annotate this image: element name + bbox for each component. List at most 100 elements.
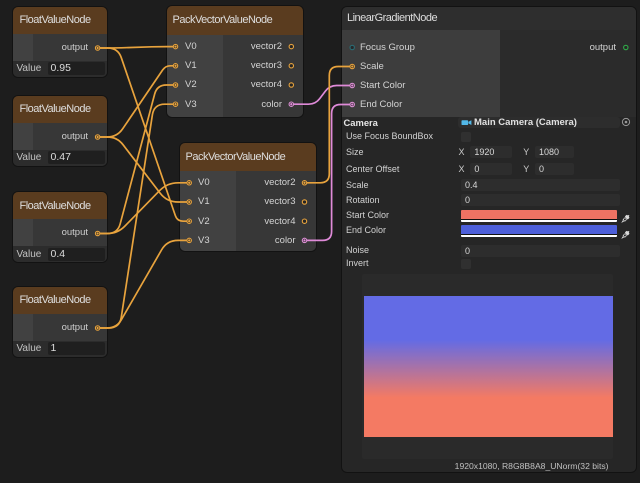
center-y-prefix: Y [523,164,529,174]
output-port-row[interactable]: output [590,38,616,57]
node-title[interactable]: PackVectorValueNode [180,143,316,171]
value-row: Value 0.4 [13,246,107,262]
input-port-v0[interactable]: V0 [180,173,236,192]
alpha-bar [461,219,617,222]
output-port-vector4[interactable]: vector4 [236,212,316,231]
input-port-end-color[interactable]: End Color [360,95,402,114]
value-field[interactable]: 0.4 [48,248,106,261]
input-port-v2[interactable]: V2 [180,212,236,231]
value-row: Value 0.95 [13,61,107,77]
input-column [13,123,33,150]
node-body: output [13,219,107,246]
node-body: output [13,314,107,341]
value-field[interactable]: 0.47 [48,151,106,164]
wire-f4-pack2-v3[interactable] [98,240,190,328]
wire-f1-pack1-v0[interactable] [98,47,176,48]
value-label: Value [13,249,48,260]
center-y-field[interactable]: 0 [535,163,574,175]
scale-field[interactable]: 0.4 [461,179,620,191]
center-offset-label: Center Offset [346,164,399,174]
input-port-v0[interactable]: V0 [167,37,223,56]
node-body: V0 V1 V2 V3 vector2 vector3 vector4 colo… [180,171,316,251]
node-title[interactable]: FloatValueNode [13,96,107,123]
input-port-scale[interactable]: Scale [360,57,384,76]
input-port-focus-group[interactable]: Focus Group [360,38,415,57]
node-body: output [13,34,107,61]
output-port-color[interactable]: color [236,231,316,250]
input-port-v3[interactable]: V3 [180,231,236,250]
use-focus-boundbox-checkbox[interactable] [461,132,471,142]
output-port-vector2[interactable]: vector2 [236,173,316,192]
invert-label: Invert [346,258,369,268]
camera-object-field[interactable]: Main Camera (Camera) [458,117,620,128]
node-title[interactable]: PackVectorValueNode [167,6,303,35]
rotation-label: Rotation [346,195,380,205]
inputs-column: V0 V1 V2 V3 [180,171,236,251]
eyedropper-icon[interactable] [619,230,630,242]
wire-f2-pack1-v1[interactable] [98,66,176,137]
ports-section: Focus Group Scale Start Color End Color … [342,30,636,117]
gradient-preview-box [362,274,614,459]
output-port-row: output [33,123,107,150]
noise-label: Noise [346,245,369,255]
camera-icon [461,118,472,127]
wire-f2-pack2-v1[interactable] [98,137,190,202]
input-port-v2[interactable]: V2 [167,75,223,94]
start-color-label: Start Color [346,210,389,220]
wire-f3-pack1-v2[interactable] [98,85,176,234]
node-title[interactable]: FloatValueNode [13,287,107,314]
noise-field[interactable]: 0 [461,245,620,257]
output-port-row: output [33,314,107,341]
float-value-node-4[interactable]: FloatValueNode output Value 1 [13,287,107,357]
node-title[interactable]: FloatValueNode [13,192,107,219]
camera-label: Camera [344,117,378,128]
linear-gradient-node[interactable]: LinearGradientNode Focus Group Scale Sta… [342,7,636,472]
size-label: Size [346,147,364,157]
rotation-field[interactable]: 0 [461,194,620,206]
use-focus-boundbox-label: Use Focus BoundBox [346,131,433,141]
input-port-v1[interactable]: V1 [167,56,223,75]
eyedropper-icon[interactable] [619,214,630,226]
node-body: output [13,123,107,150]
output-port-vector2[interactable]: vector2 [223,37,303,56]
size-y-field[interactable]: 1080 [535,146,574,158]
scale-label: Scale [346,180,369,190]
pack-vector-node-2[interactable]: PackVectorValueNode V0 V1 V2 V3 vector2 … [180,143,316,251]
float-value-node-1[interactable]: FloatValueNode output Value 0.95 [13,7,107,77]
wire-f3-pack2-v0[interactable] [98,183,190,234]
preview-footer-text: 1920x1080, R8G8B8A8_UNorm(32 bits) [455,461,609,471]
size-y-prefix: Y [523,147,529,157]
output-port-row: output [33,34,107,61]
input-port-v3[interactable]: V3 [167,95,223,114]
value-row: Value 1 [13,341,107,357]
camera-object-name: Main Camera (Camera) [474,117,577,128]
value-field[interactable]: 1 [48,342,106,355]
end-color-swatch[interactable] [461,225,617,237]
node-title[interactable]: LinearGradientNode [342,7,636,31]
start-color-swatch[interactable] [461,210,617,222]
center-x-prefix: X [459,164,465,174]
output-port-vector4[interactable]: vector4 [223,75,303,94]
float-value-node-2[interactable]: FloatValueNode output Value 0.47 [13,96,107,166]
value-label: Value [13,63,48,74]
gradient-preview-image[interactable] [364,296,614,437]
pack-vector-node-1[interactable]: PackVectorValueNode V0 V1 V2 V3 vector2 … [167,6,303,118]
float-value-node-3[interactable]: FloatValueNode output Value 0.4 [13,192,107,262]
node-title[interactable]: FloatValueNode [13,7,107,34]
outputs-column: vector2 vector3 vector4 color [236,171,316,251]
output-port-vector3[interactable]: vector3 [236,192,316,211]
object-picker-icon[interactable] [621,117,631,127]
outputs-column: vector2 vector3 vector4 color [223,35,303,118]
wire-f4-pack1-v3[interactable] [98,104,176,328]
center-x-field[interactable]: 0 [470,163,511,175]
invert-checkbox[interactable] [461,259,471,269]
graph-canvas[interactable]: FloatValueNode output Value 0.95 FloatVa… [0,0,640,483]
value-label: Value [13,343,48,354]
input-port-start-color[interactable]: Start Color [360,76,405,95]
input-port-v1[interactable]: V1 [180,192,236,211]
output-port-color[interactable]: color [223,95,303,114]
output-port-vector3[interactable]: vector3 [223,56,303,75]
inputs-column: V0 V1 V2 V3 [167,35,223,118]
size-x-field[interactable]: 1920 [470,146,511,158]
value-field[interactable]: 0.95 [48,62,106,75]
